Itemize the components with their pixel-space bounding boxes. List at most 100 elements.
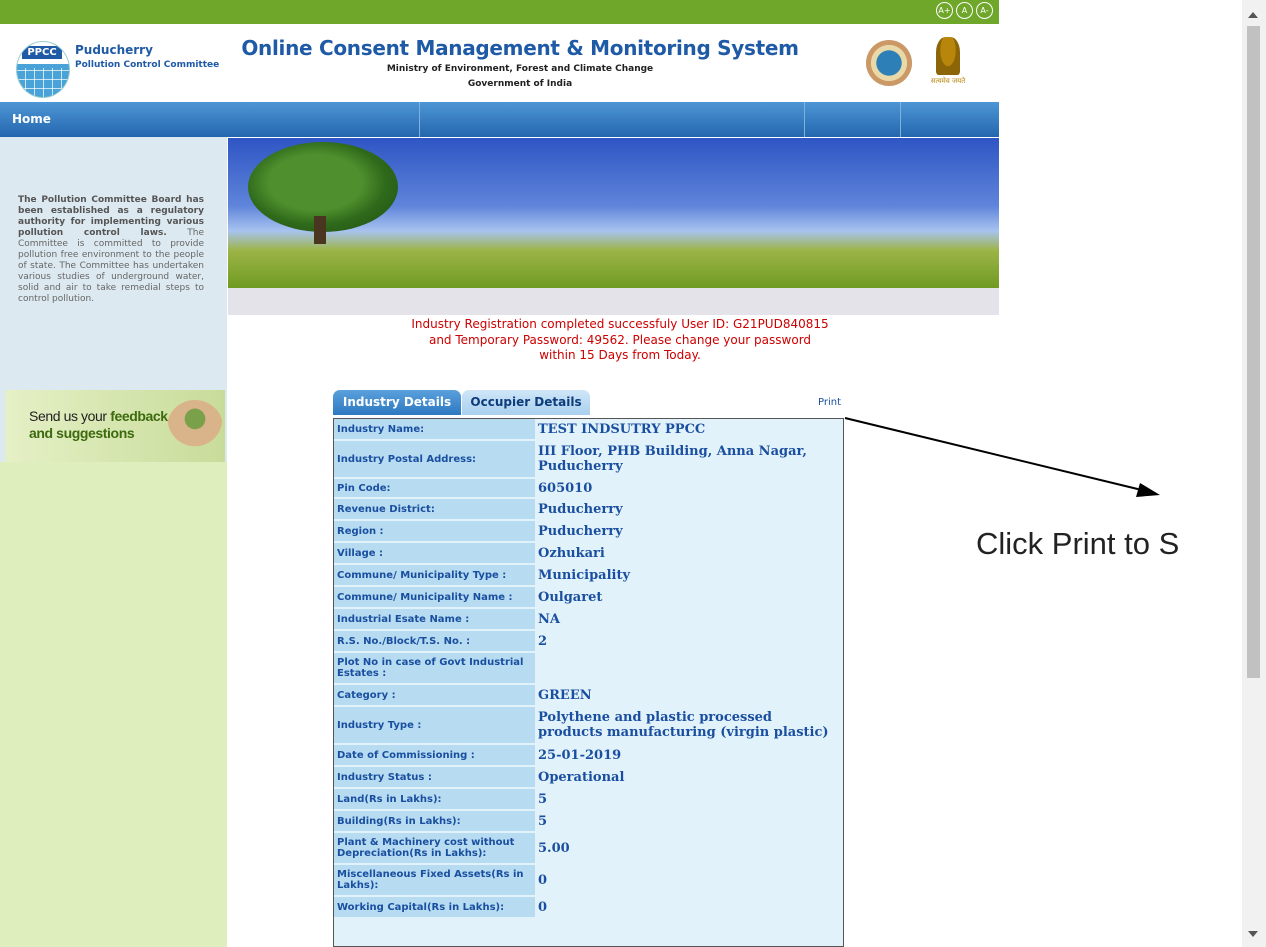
- detail-row: Industry Name: TEST INDSUTRY PPCC: [334, 419, 843, 441]
- detail-label: Pin Code:: [334, 479, 535, 499]
- ppcc-logo[interactable]: PPCC: [16, 41, 70, 98]
- org-subtitle: Pollution Control Committee: [75, 60, 220, 70]
- detail-row: Working Capital(Rs in Lakhs): 0: [334, 897, 843, 919]
- detail-row: Plant & Machinery cost without Depreciat…: [334, 833, 843, 865]
- detail-value: Ozhukari: [535, 543, 843, 565]
- detail-value: 0: [535, 897, 843, 919]
- moef-emblem-icon: [866, 40, 912, 86]
- detail-row: Village : Ozhukari: [334, 543, 843, 565]
- detail-value: 0: [535, 865, 843, 897]
- nav-home[interactable]: Home: [12, 112, 51, 126]
- detail-value: III Floor, PHB Building, Anna Nagar, Pud…: [535, 441, 843, 479]
- feedback-line-2: and suggestions: [29, 425, 135, 441]
- government-name: Government of India: [467, 79, 573, 89]
- detail-value: 5: [535, 811, 843, 833]
- detail-value: [535, 653, 843, 685]
- top-bar: A+ A A-: [0, 0, 999, 24]
- hero-banner: [228, 138, 999, 288]
- detail-row: Plot No in case of Govt Industrial Estat…: [334, 653, 843, 685]
- detail-value: TEST INDSUTRY PPCC: [535, 419, 843, 441]
- scroll-up-icon[interactable]: [1248, 12, 1258, 18]
- org-name: Puducherry: [75, 43, 153, 57]
- detail-value: 605010: [535, 479, 843, 499]
- detail-label: Date of Commissioning :: [334, 745, 535, 767]
- banner-strip: [228, 288, 999, 315]
- registration-message: Industry Registration completed successf…: [411, 317, 829, 362]
- detail-label: Revenue District:: [334, 499, 535, 521]
- print-link[interactable]: Print: [818, 397, 841, 408]
- feedback-banner[interactable]: Send us your feedback and suggestions: [5, 390, 225, 462]
- nav-divider: [804, 102, 805, 137]
- detail-label: Commune/ Municipality Type :: [334, 565, 535, 587]
- hands-with-plant-icon: [167, 400, 223, 454]
- intro-bold-text: The Pollution Committee Board has been e…: [18, 195, 204, 238]
- detail-row: Revenue District: Puducherry: [334, 499, 843, 521]
- detail-label: Village :: [334, 543, 535, 565]
- industry-details-table: Industry Name: TEST INDSUTRY PPCC Industry…: [334, 419, 843, 919]
- detail-value: Puducherry: [535, 499, 843, 521]
- detail-value: Municipality: [535, 565, 843, 587]
- font-decrease-button[interactable]: A-: [976, 2, 993, 19]
- site-header: PPCC Puducherry Pollution Control Commit…: [0, 24, 999, 102]
- sidebar-lower-panel: [0, 462, 227, 947]
- feedback-bold: feedback: [110, 408, 168, 424]
- print-callout: Click Print to S: [976, 526, 1180, 561]
- lion-capital-icon: [936, 37, 960, 75]
- detail-label: Industry Postal Address:: [334, 441, 535, 479]
- detail-label: Industry Name:: [334, 419, 535, 441]
- sidebar-intro: The Pollution Committee Board has been e…: [18, 195, 204, 305]
- detail-value: 2: [535, 631, 843, 653]
- national-emblem-icon: सत्यमेव जयते: [930, 37, 966, 93]
- detail-label: Category :: [334, 685, 535, 707]
- detail-label: Miscellaneous Fixed Assets(Rs in Lakhs):: [334, 865, 535, 897]
- sidebar: The Pollution Committee Board has been e…: [0, 137, 227, 947]
- detail-label: Plant & Machinery cost without Depreciat…: [334, 833, 535, 865]
- detail-row: Region : Puducherry: [334, 521, 843, 543]
- scroll-down-icon[interactable]: [1248, 931, 1258, 937]
- detail-label: R.S. No./Block/T.S. No. :: [334, 631, 535, 653]
- detail-value: Polythene and plastic processed products…: [535, 707, 843, 745]
- font-size-controls: A+ A A-: [936, 2, 993, 19]
- industry-details-panel: Industry Name: TEST INDSUTRY PPCC Industry…: [333, 418, 844, 947]
- detail-row: Building(Rs in Lakhs): 5: [334, 811, 843, 833]
- detail-row: Industry Status : Operational: [334, 767, 843, 789]
- ministry-name: Ministry of Environment, Forest and Clim…: [386, 64, 654, 74]
- detail-label: Industrial Esate Name :: [334, 609, 535, 631]
- detail-label: Building(Rs in Lakhs):: [334, 811, 535, 833]
- detail-label: Working Capital(Rs in Lakhs):: [334, 897, 535, 919]
- detail-row: Date of Commissioning :25-01-2019: [334, 745, 843, 767]
- emblem-motto: सत्यमेव जयते: [930, 77, 966, 85]
- detail-value: Operational: [535, 767, 843, 789]
- nav-divider: [900, 102, 901, 137]
- system-title: Online Consent Management & Monitoring S…: [241, 36, 799, 60]
- font-increase-button[interactable]: A+: [936, 2, 953, 19]
- detail-row: Commune/ Municipality Type : Municipality: [334, 565, 843, 587]
- detail-value: 5: [535, 789, 843, 811]
- detail-label: Commune/ Municipality Name :: [334, 587, 535, 609]
- tab-industry-details[interactable]: Industry Details: [333, 390, 461, 415]
- main-nav: Home: [0, 102, 999, 137]
- scrollbar-thumb[interactable]: [1247, 26, 1260, 678]
- right-blank-area: [999, 0, 1242, 947]
- detail-row: Industry Postal Address: III Floor, PHB B…: [334, 441, 843, 479]
- globe-icon: [17, 68, 69, 97]
- detail-value: Oulgaret: [535, 587, 843, 609]
- detail-row: Pin Code: 605010: [334, 479, 843, 499]
- detail-row: R.S. No./Block/T.S. No. :2: [334, 631, 843, 653]
- detail-value: GREEN: [535, 685, 843, 707]
- logo-text: PPCC: [22, 46, 62, 59]
- page-scrollbar[interactable]: [1242, 0, 1266, 947]
- detail-label: Land(Rs in Lakhs):: [334, 789, 535, 811]
- tree-trunk: [314, 216, 326, 244]
- nav-divider: [419, 102, 420, 137]
- detail-label: Industry Status :: [334, 767, 535, 789]
- detail-row: Industrial Esate Name : NA: [334, 609, 843, 631]
- detail-label: Industry Type :: [334, 707, 535, 745]
- tab-occupier-details[interactable]: Occupier Details: [462, 390, 590, 415]
- detail-label: Plot No in case of Govt Industrial Estat…: [334, 653, 535, 685]
- detail-value: 25-01-2019: [535, 745, 843, 767]
- intro-text: The Committee is committed to provide po…: [18, 228, 204, 304]
- detail-row: Miscellaneous Fixed Assets(Rs in Lakhs):…: [334, 865, 843, 897]
- detail-row: Category : GREEN: [334, 685, 843, 707]
- font-normal-button[interactable]: A: [956, 2, 973, 19]
